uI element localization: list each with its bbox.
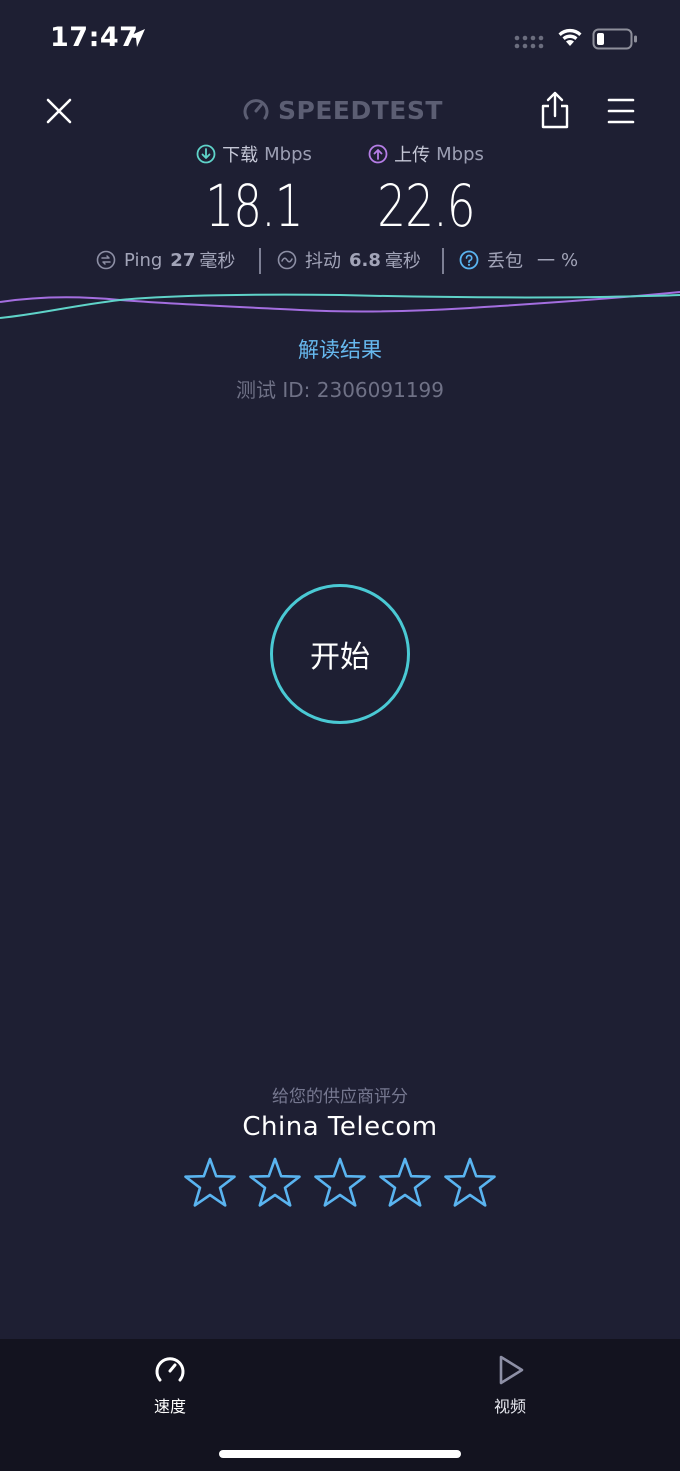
home-indicator[interactable] xyxy=(219,1450,461,1458)
jitter-icon xyxy=(277,250,297,270)
packet-loss-value: 一 xyxy=(537,251,555,272)
ping-value: 27 xyxy=(170,249,196,271)
share-icon[interactable] xyxy=(538,90,572,130)
metrics-row: Ping 27 毫秒 抖动 6.8 毫秒 丢包 一 % xyxy=(0,244,680,276)
tab-speed-label: 速度 xyxy=(153,1397,186,1416)
tab-video[interactable]: 视频 xyxy=(450,1353,570,1417)
download-label: 下载 xyxy=(222,145,259,166)
packet-loss-unit: % xyxy=(561,249,579,271)
start-button[interactable]: 开始 xyxy=(270,584,410,724)
upload-arrow-icon xyxy=(368,144,388,164)
upload-label: 上传 xyxy=(394,145,431,166)
star-icon-4[interactable] xyxy=(377,1155,433,1211)
speedometer-icon xyxy=(155,1357,185,1382)
battery-icon xyxy=(592,28,637,50)
wifi-icon xyxy=(558,28,582,46)
download-unit: Mbps xyxy=(264,143,312,165)
upload-unit: Mbps xyxy=(436,143,484,165)
star-rating[interactable] xyxy=(182,1155,502,1211)
star-icon-5[interactable] xyxy=(442,1155,498,1211)
jitter-unit: 毫秒 xyxy=(384,251,421,272)
upload-result: 上传 Mbps 22.6 xyxy=(326,140,526,240)
star-icon-3[interactable] xyxy=(312,1155,368,1211)
play-icon xyxy=(499,1355,524,1385)
provider-name: China Telecom xyxy=(242,1112,438,1142)
jitter-value: 6.8 xyxy=(349,249,381,271)
speed-graph xyxy=(0,291,680,319)
test-id: 测试 ID: 2306091199 xyxy=(236,378,444,402)
star-icon-1[interactable] xyxy=(182,1155,238,1211)
close-icon[interactable] xyxy=(40,92,78,130)
interpret-results-link[interactable]: 解读结果 xyxy=(0,334,680,364)
signal-dots-icon xyxy=(514,35,544,49)
packet-loss-metric[interactable]: 丢包 一 % xyxy=(459,244,578,276)
tab-video-label: 视频 xyxy=(493,1397,526,1416)
ping-metric: Ping 27 毫秒 xyxy=(96,244,235,276)
download-arrow-icon xyxy=(196,144,216,164)
speedtest-logo: SPEEDTEST xyxy=(242,94,443,126)
brand-name: SPEEDTEST xyxy=(278,95,443,125)
jitter-label: 抖动 xyxy=(305,251,341,272)
ping-unit: 毫秒 xyxy=(199,251,236,272)
metric-divider xyxy=(442,248,444,274)
star-icon-2[interactable] xyxy=(247,1155,303,1211)
rate-provider-prompt: 给您的供应商评分 xyxy=(272,1087,408,1107)
location-arrow-icon xyxy=(127,29,145,47)
upload-value: 22.6 xyxy=(377,172,475,240)
jitter-metric: 抖动 6.8 毫秒 xyxy=(277,244,421,276)
status-bar: 17:47 xyxy=(0,0,680,76)
metric-divider xyxy=(259,248,261,274)
ping-label: Ping xyxy=(124,249,163,271)
download-result: 下载 Mbps 18.1 xyxy=(154,140,354,240)
tab-speed[interactable]: 速度 xyxy=(110,1353,230,1417)
gauge-icon xyxy=(243,99,269,120)
download-value: 18.1 xyxy=(205,172,303,240)
menu-icon[interactable] xyxy=(604,96,638,126)
app-header: SPEEDTEST xyxy=(0,84,680,136)
ping-icon xyxy=(96,250,116,270)
packet-loss-label: 丢包 xyxy=(487,251,523,272)
help-circle-icon[interactable] xyxy=(459,250,479,270)
